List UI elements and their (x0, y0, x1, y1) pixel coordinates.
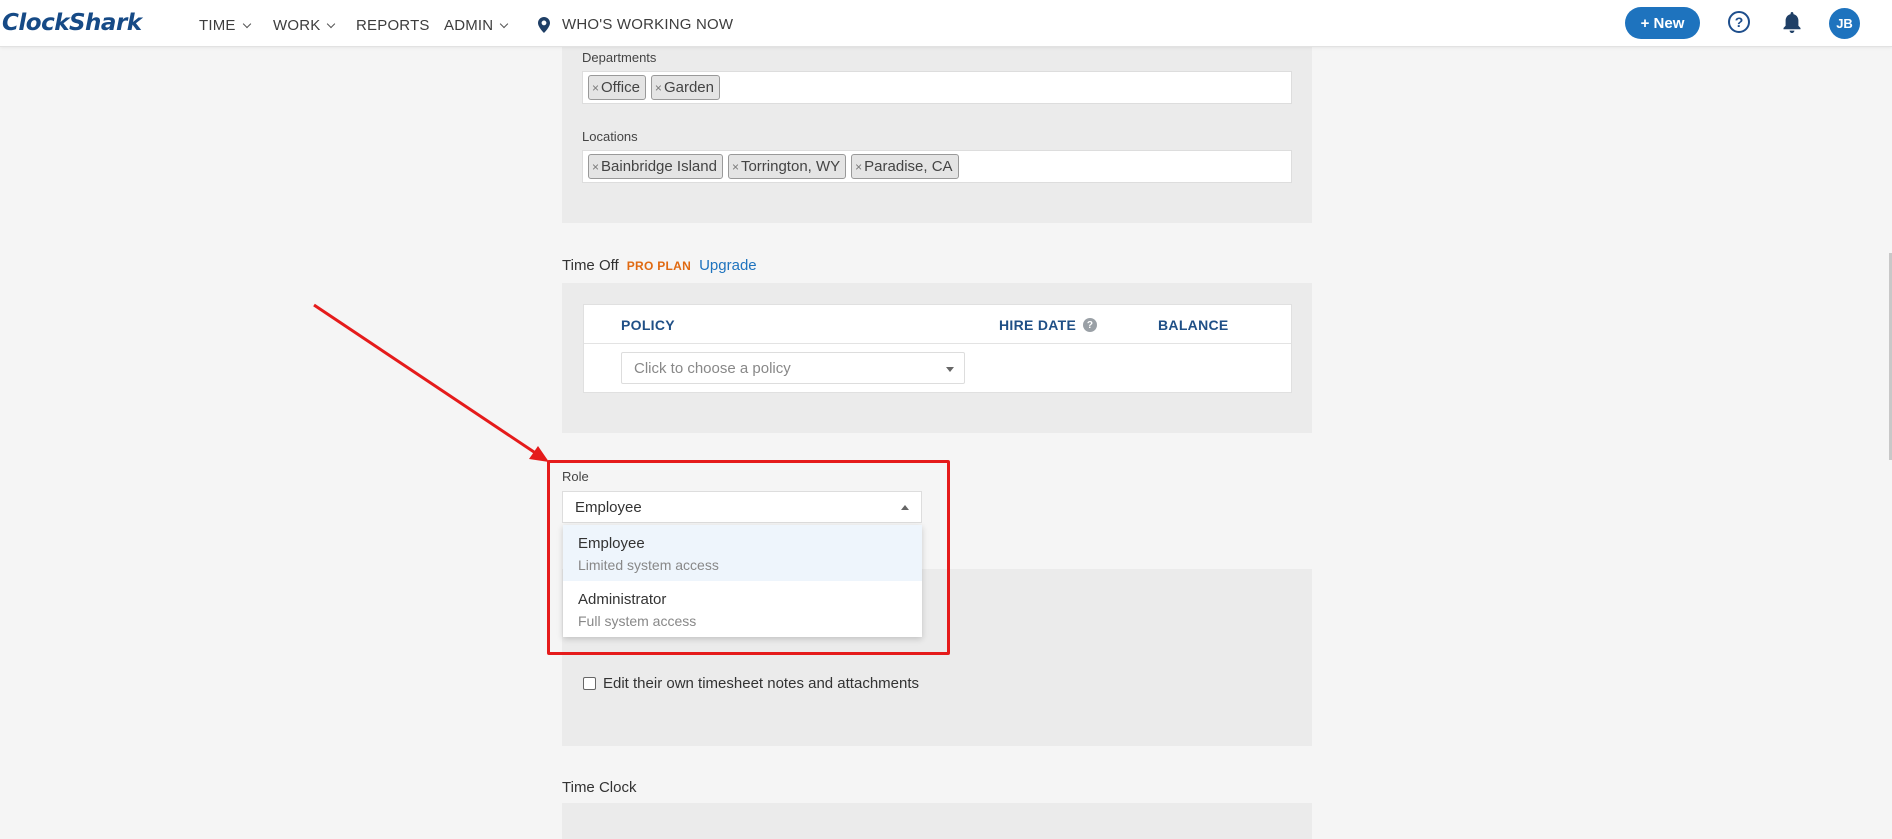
remove-tag-icon[interactable]: × (855, 160, 862, 174)
edit-notes-option[interactable]: Edit their own timesheet notes and attac… (583, 675, 919, 692)
bell-icon[interactable] (1782, 12, 1802, 34)
location-tag: × Bainbridge Island (588, 154, 723, 179)
clockshark-logo[interactable]: ClockShark (2, 10, 142, 36)
nav-work-label: WORK (273, 17, 321, 34)
location-tag-label: Torrington, WY (740, 158, 841, 175)
role-option-title: Administrator (578, 591, 667, 608)
role-select[interactable]: Employee (562, 491, 922, 523)
role-option-employee[interactable]: Employee Limited system access (563, 525, 922, 581)
nav-time[interactable]: TIME (199, 17, 251, 34)
role-option-title: Employee (578, 535, 645, 552)
nav-admin-label: ADMIN (444, 17, 494, 34)
caret-down-icon (946, 367, 954, 372)
chevron-down-icon (500, 19, 509, 28)
map-pin-icon (538, 16, 550, 33)
hire-date-label: HIRE DATE (999, 317, 1077, 333)
policy-column-header: POLICY (621, 317, 675, 333)
hire-date-column-header: HIRE DATE ? (999, 317, 1098, 333)
role-label: Role (562, 469, 589, 484)
remove-tag-icon[interactable]: × (655, 81, 662, 95)
role-dropdown: Employee Limited system access Administr… (563, 525, 922, 637)
time-off-policy-table: POLICY HIRE DATE ? BALANCE Click to choo… (583, 304, 1292, 393)
chevron-down-icon (242, 19, 251, 28)
nav-reports[interactable]: REPORTS (356, 17, 430, 34)
department-tag: × Office (588, 75, 646, 100)
user-avatar[interactable]: JB (1829, 8, 1860, 39)
nav-whos-working-label: WHO'S WORKING NOW (562, 16, 734, 33)
location-tag: × Paradise, CA (851, 154, 959, 179)
department-tag-label: Office (601, 79, 640, 96)
question-icon[interactable]: ? (1083, 318, 1098, 332)
remove-tag-icon[interactable]: × (592, 81, 599, 95)
time-off-title: Time Off (562, 257, 619, 274)
location-tag-label: Paradise, CA (864, 158, 953, 175)
time-clock-panel (562, 803, 1312, 839)
locations-input[interactable]: × Bainbridge Island × Torrington, WY × P… (582, 150, 1292, 183)
time-clock-heading: Time Clock (562, 779, 636, 796)
departments-label: Departments (582, 50, 657, 65)
nav-reports-label: REPORTS (356, 17, 430, 34)
nav-admin[interactable]: ADMIN (444, 17, 509, 34)
nav-time-label: TIME (199, 17, 236, 34)
remove-tag-icon[interactable]: × (592, 160, 599, 174)
new-button[interactable]: + New (1625, 7, 1700, 39)
nav-whos-working[interactable]: WHO'S WORKING NOW (538, 16, 733, 33)
departments-input[interactable]: × Office × Garden (582, 71, 1292, 104)
edit-notes-checkbox[interactable] (583, 677, 596, 690)
department-tag: × Garden (650, 75, 720, 100)
chevron-down-icon (327, 19, 336, 28)
role-selected-value: Employee (575, 498, 642, 516)
role-option-administrator[interactable]: Administrator Full system access (563, 581, 922, 637)
time-clock-title: Time Clock (562, 779, 637, 796)
time-off-heading: Time Off PRO PLAN Upgrade (562, 257, 757, 274)
pro-plan-badge: PRO PLAN (626, 259, 692, 273)
policy-placeholder: Click to choose a policy (634, 359, 791, 377)
table-divider (584, 343, 1291, 344)
nav-work[interactable]: WORK (273, 17, 336, 34)
remove-tag-icon[interactable]: × (732, 160, 739, 174)
edit-notes-label: Edit their own timesheet notes and attac… (603, 675, 920, 692)
department-tag-label: Garden (663, 79, 714, 96)
upgrade-link[interactable]: Upgrade (699, 257, 757, 274)
balance-column-header: BALANCE (1158, 317, 1229, 333)
role-option-subtitle: Full system access (578, 613, 697, 629)
caret-up-icon (901, 505, 909, 510)
policy-select[interactable]: Click to choose a policy (621, 352, 965, 384)
locations-label: Locations (582, 129, 638, 144)
location-tag: × Torrington, WY (727, 154, 847, 179)
top-navigation: ClockShark TIME WORK REPORTS ADMIN WHO'S… (0, 0, 1892, 47)
role-option-subtitle: Limited system access (578, 557, 719, 573)
help-icon[interactable]: ? (1728, 11, 1750, 33)
location-tag-label: Bainbridge Island (601, 158, 717, 175)
